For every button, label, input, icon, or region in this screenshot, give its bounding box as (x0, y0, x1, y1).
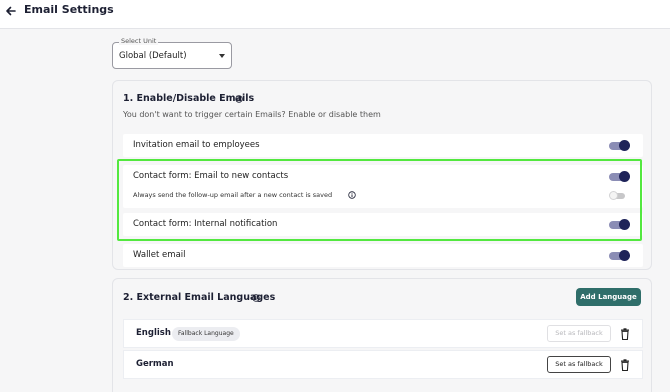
email-toggle-row: Contact form: Internal notification (123, 213, 643, 236)
set-as-fallback-button[interactable]: Set as fallback (547, 356, 611, 373)
section-description: You don't want to trigger certain Emails… (123, 110, 381, 119)
fallback-badge: Fallback Language (172, 327, 240, 341)
contact-form-new-contacts-toggle[interactable] (609, 171, 630, 182)
invitation-email-toggle[interactable] (609, 140, 630, 151)
trash-icon[interactable] (620, 359, 630, 371)
unit-select[interactable]: Select Unit Global (Default) (112, 37, 232, 69)
wallet-email-toggle[interactable] (609, 250, 630, 261)
top-bar: Email Settings (0, 0, 670, 29)
info-icon[interactable] (235, 95, 243, 103)
page-title: Email Settings (24, 3, 114, 16)
language-row: German Set as fallback (123, 350, 643, 379)
caret-down-icon (219, 54, 225, 58)
email-toggle-row: Invitation email to employees (123, 134, 643, 157)
row-label: Contact form: Internal notification (133, 219, 278, 229)
row-label: Wallet email (133, 250, 186, 260)
sub-option-label: Always send the follow-up email after a … (133, 191, 333, 199)
enable-disable-emails-section: 1. Enable/Disable Emails You don't want … (112, 80, 652, 270)
row-label: Contact form: Email to new contacts (133, 171, 289, 181)
back-arrow-icon[interactable] (3, 3, 19, 19)
email-toggle-row: Wallet email (123, 244, 643, 267)
language-name: English (136, 328, 171, 338)
language-name: German (136, 359, 174, 369)
info-icon[interactable] (348, 191, 356, 199)
trash-icon[interactable] (620, 328, 630, 340)
row-label: Invitation email to employees (133, 140, 260, 150)
external-email-languages-section: 2. External Email Languages Add Language… (112, 278, 652, 392)
set-as-fallback-button[interactable]: Set as fallback (547, 325, 611, 342)
email-toggle-row: Contact form: Email to new contacts Alwa… (123, 165, 643, 208)
unit-select-label: Select Unit (119, 37, 159, 45)
add-language-button[interactable]: Add Language (576, 288, 641, 306)
follow-up-email-toggle[interactable] (609, 191, 625, 200)
language-row: English Fallback Language Set as fallbac… (123, 319, 643, 348)
info-icon[interactable] (252, 294, 260, 302)
internal-notification-toggle[interactable] (609, 219, 630, 230)
unit-select-value: Global (Default) (119, 51, 187, 61)
